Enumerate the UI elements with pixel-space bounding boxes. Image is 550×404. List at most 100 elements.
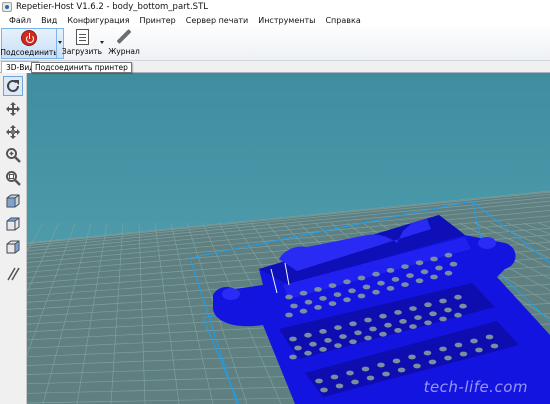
model-hole bbox=[285, 294, 293, 300]
menu-view[interactable]: Вид bbox=[36, 16, 62, 25]
menu-file[interactable]: Файл bbox=[4, 16, 36, 25]
top-view-button[interactable] bbox=[3, 237, 23, 257]
refresh-view-button[interactable] bbox=[3, 76, 23, 96]
document-icon bbox=[75, 29, 89, 45]
model-hole bbox=[357, 293, 366, 299]
connect-button[interactable]: Подсоединить bbox=[0, 28, 58, 59]
model-hole bbox=[369, 326, 377, 332]
model-hole bbox=[346, 370, 354, 376]
model-hole bbox=[413, 363, 421, 369]
front-view-button[interactable] bbox=[3, 214, 23, 234]
model-hole bbox=[449, 261, 458, 267]
menu-help[interactable]: Справка bbox=[320, 16, 365, 25]
model-hole bbox=[439, 346, 447, 352]
model-hole bbox=[423, 350, 432, 356]
model-hole bbox=[490, 343, 499, 349]
menu-print-server[interactable]: Сервер печати bbox=[181, 16, 253, 25]
model-hole bbox=[401, 282, 409, 287]
model-hole bbox=[397, 367, 406, 373]
model-hole bbox=[424, 302, 432, 308]
model-hole bbox=[454, 342, 463, 348]
toolbar: Подсоединить Загрузить Журнал bbox=[0, 27, 550, 61]
watermark: tech-life.com bbox=[423, 378, 528, 396]
model-hole bbox=[470, 338, 478, 344]
connect-label: Подсоединить bbox=[0, 48, 58, 57]
model-hole bbox=[382, 371, 390, 377]
model-hole bbox=[454, 312, 462, 318]
move-object-button[interactable] bbox=[3, 99, 23, 119]
tooltip: Подсоединить принтер bbox=[31, 62, 132, 73]
model-hole bbox=[334, 343, 342, 348]
pen-icon bbox=[116, 29, 132, 45]
model-hole bbox=[289, 354, 297, 360]
model-hole bbox=[333, 292, 342, 297]
pan-view-button[interactable] bbox=[3, 122, 23, 142]
model-hole bbox=[430, 274, 438, 280]
model-hole bbox=[399, 319, 407, 324]
model-hole bbox=[315, 378, 323, 384]
model-hole bbox=[415, 278, 424, 284]
model-hole bbox=[409, 306, 417, 311]
model-hole bbox=[386, 286, 395, 291]
load-button[interactable]: Загрузить bbox=[62, 28, 102, 59]
model-hole bbox=[415, 260, 424, 266]
model-hole bbox=[444, 270, 453, 276]
model-hole bbox=[392, 358, 401, 364]
model-hole bbox=[379, 313, 387, 319]
zoom-in-icon bbox=[6, 148, 21, 163]
model-hole bbox=[304, 332, 312, 338]
model-hole bbox=[444, 307, 452, 313]
chevron-down-icon bbox=[100, 41, 104, 44]
model-hole bbox=[454, 294, 462, 300]
menu-tools[interactable]: Инструменты bbox=[253, 16, 320, 25]
log-label: Журнал bbox=[108, 47, 140, 56]
model-hole bbox=[290, 303, 298, 309]
model-hole bbox=[349, 321, 357, 327]
model-hole bbox=[414, 315, 422, 320]
model-hole bbox=[372, 271, 380, 277]
move-icon bbox=[6, 102, 20, 116]
model-hole bbox=[475, 347, 483, 353]
zoom-fit-button[interactable] bbox=[3, 168, 23, 188]
model-hole bbox=[330, 374, 339, 380]
model-hole bbox=[459, 303, 467, 309]
model-hole bbox=[420, 269, 429, 275]
model-hole bbox=[285, 312, 293, 318]
model-hole bbox=[299, 308, 308, 314]
app-window: Repetier-Host V1.6.2 - body_bottom_part.… bbox=[0, 0, 550, 404]
scene-canvas bbox=[27, 73, 550, 404]
model-hole bbox=[334, 325, 342, 330]
power-icon bbox=[21, 30, 37, 46]
model-hole bbox=[349, 339, 357, 345]
model-hole bbox=[377, 280, 385, 286]
model-hole bbox=[408, 354, 416, 360]
model-hole bbox=[364, 335, 372, 341]
zoom-button[interactable] bbox=[3, 145, 23, 165]
iso-view-button[interactable] bbox=[3, 191, 23, 211]
chevron-down-icon bbox=[58, 41, 62, 44]
model-hole bbox=[429, 311, 437, 317]
view-tools-column bbox=[0, 73, 27, 404]
menu-printer[interactable]: Принтер bbox=[135, 16, 181, 25]
model-hole bbox=[299, 290, 308, 296]
parallel-projection-button[interactable] bbox=[3, 264, 23, 284]
model-hole bbox=[379, 331, 387, 337]
model-hole bbox=[319, 329, 327, 334]
model-hole bbox=[394, 310, 402, 315]
model-hole bbox=[406, 273, 414, 278]
model-hole bbox=[394, 328, 402, 333]
app-icon bbox=[2, 1, 12, 12]
model-hole bbox=[304, 350, 312, 356]
model-hole bbox=[364, 317, 372, 323]
3d-viewport[interactable]: tech-life.com bbox=[27, 73, 550, 404]
model-hole bbox=[319, 347, 327, 352]
pan-icon bbox=[6, 125, 20, 139]
model-hole bbox=[430, 256, 438, 262]
model-hole bbox=[348, 288, 356, 294]
log-button[interactable]: Журнал bbox=[106, 28, 142, 59]
model-hole bbox=[401, 264, 409, 269]
model-hole bbox=[335, 383, 344, 389]
model-hole bbox=[444, 252, 453, 258]
model-hole bbox=[309, 341, 317, 347]
menu-configuration[interactable]: Конфигурация bbox=[62, 16, 134, 25]
